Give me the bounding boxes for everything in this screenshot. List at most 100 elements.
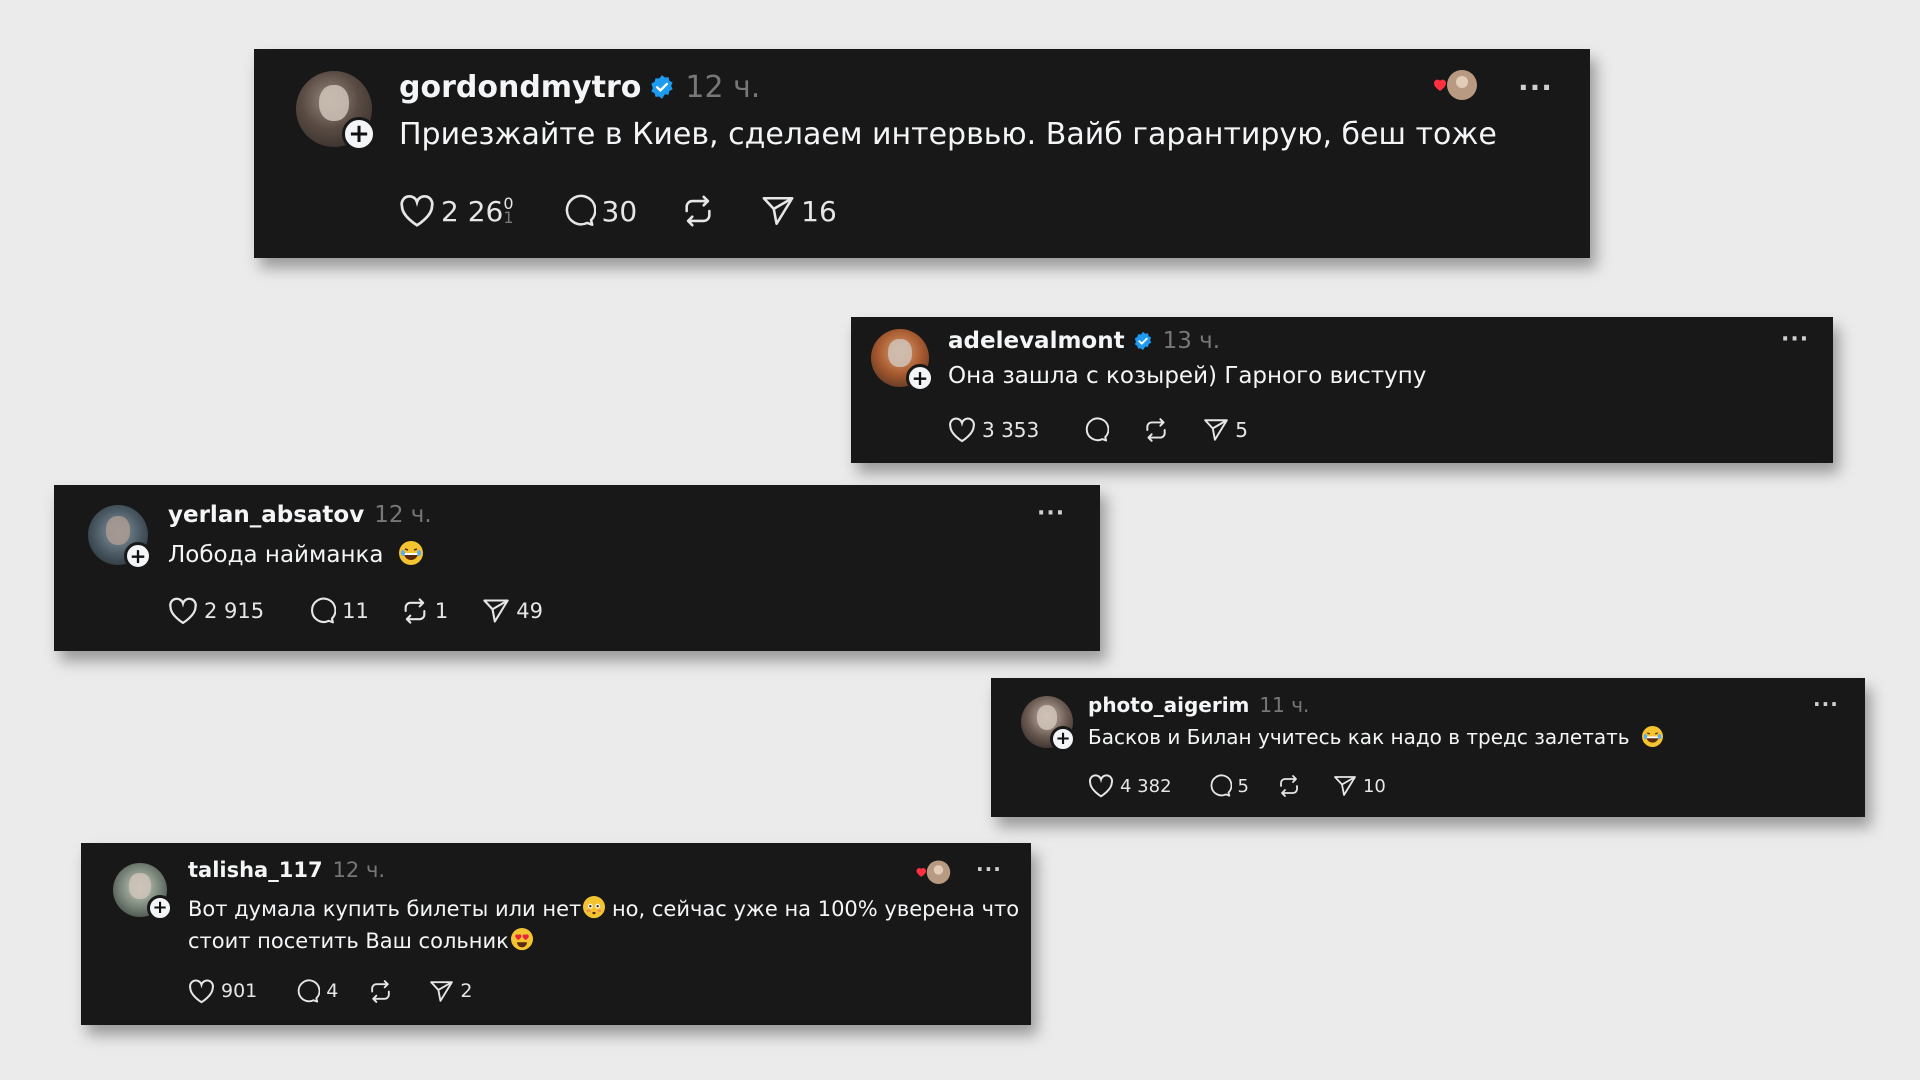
timestamp: 12 ч. <box>332 858 386 882</box>
comment-count: 11 <box>342 599 369 623</box>
repost-button[interactable] <box>1143 417 1175 443</box>
like-button[interactable]: 2 26 0 1 <box>399 194 514 228</box>
like-count: 901 <box>221 980 258 1002</box>
follow-plus-icon[interactable]: + <box>906 364 934 392</box>
comment-count: 5 <box>1237 775 1249 797</box>
repost-button[interactable] <box>1277 774 1307 798</box>
repost-icon <box>371 979 391 1003</box>
more-options-icon[interactable]: ··· <box>1037 501 1065 526</box>
verified-badge-icon <box>1133 331 1153 351</box>
reaction-avatar <box>1432 69 1478 103</box>
more-options-icon[interactable]: ··· <box>1813 692 1839 716</box>
post-text-content: Басков и Билан учитесь как надо в тредс … <box>1088 725 1630 749</box>
post-actions: 901 4 2 <box>188 977 472 1005</box>
flushed-face-icon <box>583 896 606 919</box>
share-count: 10 <box>1362 775 1386 797</box>
post-card-photo-aigerim: + photo_aigerim 11 ч. ··· Басков и Билан… <box>991 678 1865 817</box>
share-count: 5 <box>1235 418 1248 442</box>
share-button[interactable]: 16 <box>761 194 837 228</box>
like-count: 4 382 <box>1120 775 1172 797</box>
post-card-adelevalmont: + adelevalmont 13 ч. ··· Она зашла с коз… <box>851 317 1833 463</box>
share-button[interactable]: 49 <box>482 597 543 625</box>
repost-count: 1 <box>434 599 449 623</box>
repost-icon <box>685 195 711 227</box>
more-options-icon[interactable]: ··· <box>976 857 1002 881</box>
post-text-content: Лобода найманка <box>168 542 384 568</box>
comment-icon <box>565 194 596 227</box>
repost-button[interactable] <box>368 979 399 1004</box>
comment-button[interactable]: 30 <box>562 194 638 228</box>
comment-button[interactable]: 11 <box>308 597 369 625</box>
like-count: 3 353 <box>982 418 1040 442</box>
username[interactable]: adelevalmont <box>948 328 1125 354</box>
like-button[interactable]: 901 <box>188 978 258 1004</box>
post-actions: 2 915 11 1 49 <box>168 595 543 627</box>
post-actions: 4 382 5 10 <box>1088 772 1386 800</box>
like-button[interactable]: 2 915 <box>168 597 264 625</box>
post-header: adelevalmont 13 ч. <box>948 325 1220 357</box>
follow-plus-icon[interactable]: + <box>147 895 173 921</box>
post-card-talisha-117: + talisha_117 12 ч. ··· Вот думала купит… <box>81 843 1031 1025</box>
post-text: Приезжайте в Киев, сделаем интервью. Вай… <box>399 117 1497 152</box>
username[interactable]: photo_aigerim <box>1088 693 1249 717</box>
timestamp: 12 ч. <box>685 69 761 105</box>
like-count: 2 26 <box>441 194 504 228</box>
comment-button[interactable]: 4 <box>295 979 338 1004</box>
repost-button[interactable] <box>681 194 721 228</box>
share-button[interactable]: 10 <box>1333 774 1386 798</box>
share-button[interactable]: 5 <box>1203 417 1248 443</box>
share-icon <box>1204 419 1229 441</box>
comment-icon <box>297 979 321 1003</box>
post-text: Басков и Билан учитесь как надо в тредс … <box>1088 725 1663 749</box>
heart-icon <box>949 417 975 443</box>
heart-icon <box>169 597 197 625</box>
follow-plus-icon[interactable]: + <box>342 117 376 151</box>
comment-icon <box>1086 417 1110 442</box>
post-actions: 2 26 0 1 30 16 <box>399 191 837 231</box>
username[interactable]: talisha_117 <box>188 858 323 882</box>
heart-eyes-face-icon <box>510 928 533 951</box>
share-count: 2 <box>460 980 473 1002</box>
timestamp: 13 ч. <box>1162 328 1221 354</box>
laughing-face-icon <box>398 541 423 565</box>
comment-button[interactable] <box>1083 417 1115 443</box>
post-header: gordondmytro 12 ч. <box>399 67 760 107</box>
share-button[interactable]: 2 <box>429 979 472 1004</box>
more-options-icon[interactable]: ··· <box>1518 71 1553 104</box>
timestamp: 12 ч. <box>374 502 432 528</box>
like-button[interactable]: 3 353 <box>948 417 1039 443</box>
share-count: 49 <box>516 599 543 623</box>
post-text: Вот думала купить билеты или нет но, сей… <box>188 893 1019 957</box>
follow-plus-icon[interactable]: + <box>124 542 152 570</box>
comment-count: 4 <box>326 980 339 1002</box>
share-icon <box>762 196 794 226</box>
comment-icon <box>311 597 337 624</box>
heart-icon <box>1089 774 1113 798</box>
timestamp: 11 ч. <box>1259 693 1310 717</box>
post-text: Лобода найманка <box>168 541 423 568</box>
post-actions: 3 353 5 <box>948 415 1248 445</box>
more-options-icon[interactable]: ··· <box>1781 327 1809 352</box>
share-count: 16 <box>801 194 837 228</box>
like-count-rolling: 0 1 <box>503 194 514 227</box>
like-button[interactable]: 4 382 <box>1088 774 1172 798</box>
username[interactable]: gordondmytro <box>399 70 641 105</box>
repost-button[interactable]: 1 <box>401 597 448 625</box>
like-count: 2 915 <box>204 599 265 623</box>
repost-icon <box>1146 418 1166 442</box>
username[interactable]: yerlan_absatov <box>168 502 364 528</box>
post-text: Она зашла с козырей) Гарного виступу <box>948 363 1427 389</box>
post-header: yerlan_absatov 12 ч. <box>168 499 432 531</box>
laughing-face-icon <box>1641 726 1663 747</box>
share-icon <box>483 599 509 623</box>
reaction-avatar <box>915 859 951 887</box>
repost-icon <box>1280 775 1298 797</box>
comment-count: 30 <box>601 194 638 228</box>
heart-icon <box>400 195 434 227</box>
verified-badge-icon <box>649 74 675 100</box>
post-header: talisha_117 12 ч. <box>188 855 385 885</box>
share-icon <box>430 980 454 1002</box>
follow-plus-icon[interactable]: + <box>1050 726 1076 752</box>
comment-button[interactable]: 5 <box>1208 774 1249 798</box>
post-card-yerlan-absatov: + yerlan_absatov 12 ч. ··· Лобода найман… <box>54 485 1100 651</box>
